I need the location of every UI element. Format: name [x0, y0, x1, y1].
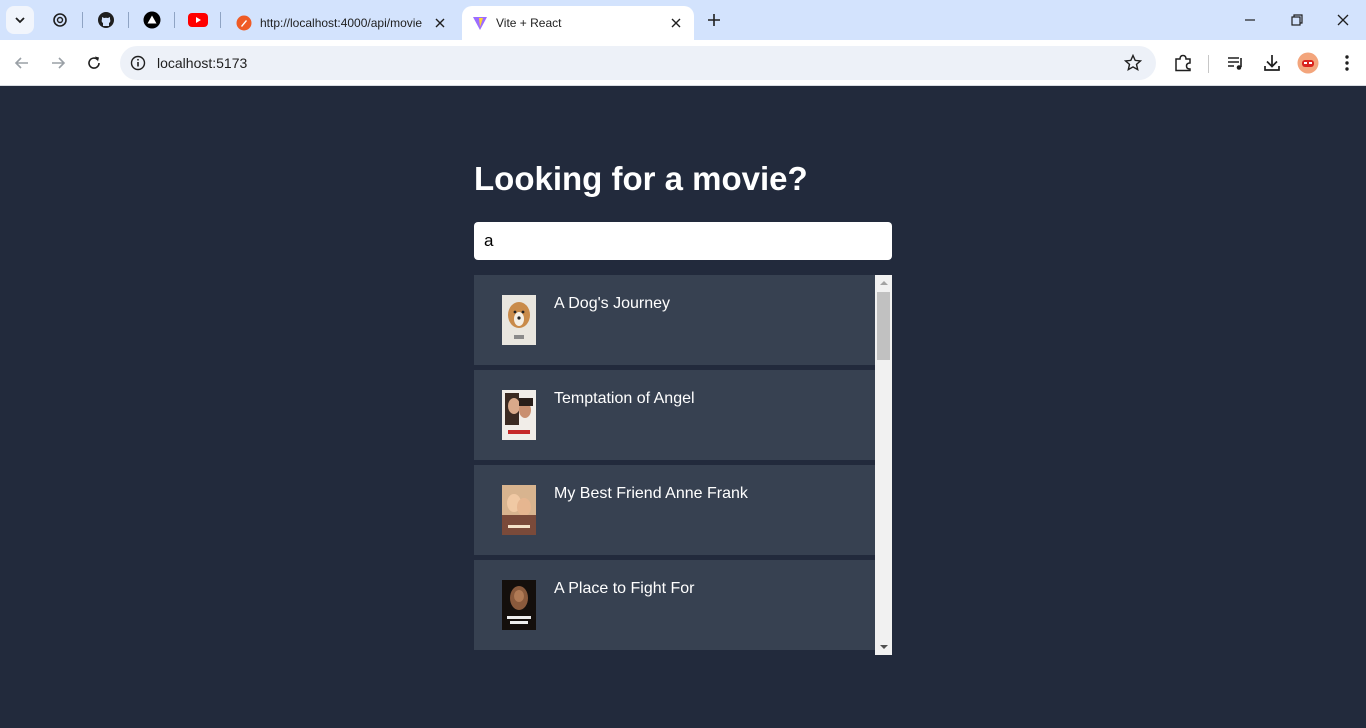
- tab-title: Vite + React: [496, 16, 562, 30]
- pinned-tab-github[interactable]: [94, 8, 118, 32]
- movie-search-app: Looking for a movie? A Dog's Journey: [474, 87, 892, 655]
- kebab-menu-icon: [1345, 55, 1349, 71]
- scroll-down-arrow-icon: [879, 645, 888, 649]
- tab-separator: [220, 12, 221, 28]
- tab-vite-react[interactable]: Vite + React: [462, 6, 694, 40]
- movie-search-input[interactable]: [474, 222, 892, 260]
- media-control-button[interactable]: [1225, 52, 1247, 74]
- minimize-icon: [1245, 19, 1255, 21]
- movie-card[interactable]: My Best Friend Anne Frank: [474, 465, 875, 555]
- reload-button[interactable]: [80, 49, 108, 77]
- tab-separator: [128, 12, 129, 28]
- tab-api-movie[interactable]: http://localhost:4000/api/movie: [226, 6, 458, 40]
- pinned-tab-openai[interactable]: [48, 8, 72, 32]
- scroll-up-button[interactable]: [875, 275, 892, 291]
- results-list: A Dog's Journey Temptation of Angel My B…: [474, 275, 875, 655]
- scrollbar-thumb[interactable]: [877, 292, 890, 360]
- movie-title: My Best Friend Anne Frank: [554, 485, 748, 502]
- close-window-button[interactable]: [1329, 6, 1357, 34]
- arrow-right-icon: [52, 57, 66, 69]
- forward-button[interactable]: [44, 49, 72, 77]
- downloads-button[interactable]: [1261, 52, 1283, 74]
- playlist-icon: [1228, 57, 1242, 70]
- browser-menu-button[interactable]: [1336, 52, 1358, 74]
- vite-icon: [473, 17, 487, 30]
- plus-icon: [708, 14, 720, 26]
- close-icon: [1337, 14, 1349, 26]
- tab-separator: [174, 12, 175, 28]
- postman-icon: [236, 15, 252, 31]
- extensions-button[interactable]: [1172, 52, 1194, 74]
- page-title: Looking for a movie?: [474, 160, 808, 197]
- minimize-button[interactable]: [1236, 6, 1264, 34]
- chevron-down-icon: [15, 17, 25, 24]
- movie-card[interactable]: A Dog's Journey: [474, 275, 875, 365]
- movie-poster-image: [502, 580, 536, 630]
- movie-poster-image: [502, 485, 536, 535]
- profile-avatar[interactable]: [1297, 52, 1319, 74]
- youtube-icon: [188, 13, 208, 27]
- toolbar-separator: [1208, 55, 1209, 73]
- pinned-tab-youtube[interactable]: [186, 8, 210, 32]
- tab-separator: [82, 12, 83, 28]
- avatar-icon: [1297, 52, 1319, 74]
- github-icon: [98, 12, 114, 28]
- tab-strip: http://localhost:4000/api/movie Vite + R…: [0, 0, 1366, 40]
- results-scrollbar[interactable]: [875, 275, 892, 655]
- openai-icon: [53, 13, 67, 27]
- close-icon: [435, 18, 445, 28]
- movie-title: A Dog's Journey: [554, 295, 671, 312]
- address-url[interactable]: localhost:5173: [157, 55, 247, 71]
- address-bar[interactable]: localhost:5173: [120, 46, 1156, 80]
- bookmark-star-icon[interactable]: [1124, 54, 1142, 72]
- scroll-down-button[interactable]: [875, 639, 892, 655]
- movie-card[interactable]: Temptation of Angel: [474, 370, 875, 460]
- tab-search-button[interactable]: [6, 6, 34, 34]
- back-button[interactable]: [8, 49, 36, 77]
- restore-icon: [1291, 14, 1303, 26]
- restore-button[interactable]: [1283, 6, 1311, 34]
- download-icon: [1264, 55, 1280, 71]
- vercel-icon: [143, 11, 161, 29]
- browser-toolbar: localhost:5173: [0, 40, 1366, 86]
- movie-poster-image: [502, 295, 536, 345]
- movie-card[interactable]: A Place to Fight For: [474, 560, 875, 650]
- close-icon: [671, 18, 681, 28]
- info-icon[interactable]: [130, 55, 146, 71]
- close-tab-button[interactable]: [668, 15, 684, 31]
- reload-icon: [88, 56, 100, 69]
- close-tab-button[interactable]: [432, 15, 448, 31]
- pinned-tab-vercel[interactable]: [140, 8, 164, 32]
- arrow-left-icon: [14, 57, 28, 69]
- new-tab-button[interactable]: [702, 8, 726, 32]
- movie-title: A Place to Fight For: [554, 580, 695, 597]
- tab-title: http://localhost:4000/api/movie: [260, 16, 423, 30]
- movie-title: Temptation of Angel: [554, 390, 695, 407]
- scroll-up-arrow-icon: [879, 281, 888, 285]
- results-list-container[interactable]: A Dog's Journey Temptation of Angel My B…: [474, 275, 892, 655]
- puzzle-icon: [1175, 54, 1191, 72]
- movie-poster-image: [502, 390, 536, 440]
